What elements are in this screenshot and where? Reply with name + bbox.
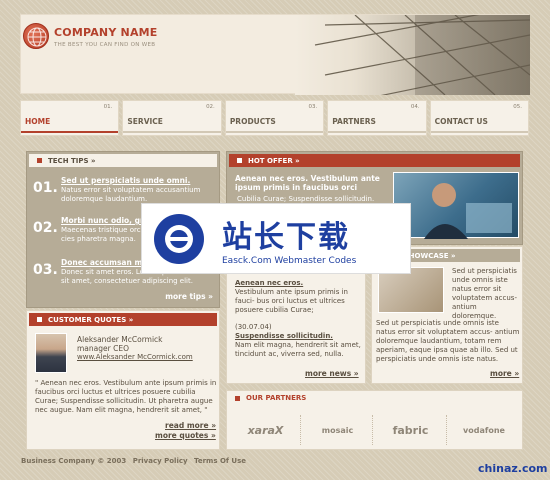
nav-products[interactable]: 03. PRODUCTS (224, 100, 325, 136)
nav-partners[interactable]: 04. PARTNERS (327, 100, 427, 136)
tip-number: 03. (33, 262, 58, 278)
nav-number: 01. (103, 104, 113, 110)
nav-home[interactable]: 01. HOME (20, 100, 120, 136)
nav-label: HOME (25, 117, 51, 126)
nav-number: 04. (410, 104, 420, 110)
watermark-title: 站长下载 (222, 220, 350, 255)
news-text: Vestibulum ante ipsum primis in fauci- b… (235, 288, 348, 314)
hot-offer-photo (393, 172, 519, 239)
customer-quotes-panel: CUSTOMER QUOTES » Aleksander McCormick m… (26, 310, 220, 450)
read-more-link[interactable]: read more » (165, 421, 216, 430)
nav-label: PARTNERS (332, 117, 376, 126)
avatar (35, 333, 67, 373)
watermark-subtitle: Easck.Com Webmaster Codes (222, 256, 357, 266)
nav-number: 02. (206, 104, 215, 110)
hot-offer-headline: Aenean nec eros. Vestibulum ante ipsum p… (235, 174, 380, 192)
news-item: (30.07.04) Suspendisse sollicitudin. Nam… (235, 323, 363, 359)
company-name: COMPANY NAME (54, 26, 158, 39)
customer-quotes-title: CUSTOMER QUOTES » (48, 315, 134, 324)
hot-offer-header: HOT OFFER » (229, 154, 520, 167)
showcase-more-link[interactable]: more » (490, 369, 519, 378)
nav-number: 03. (308, 104, 318, 110)
chinaz-watermark: chinaz.com (478, 462, 548, 475)
showcase-description: Sed ut perspiciatis unde omnis iste natu… (376, 319, 520, 363)
partners-title: OUR PARTNERS (246, 394, 307, 402)
news-title-link[interactable]: Aenean nec eros. (235, 279, 363, 288)
quote-text: " Aenean nec eros. Vestibulum ante ipsum… (35, 379, 217, 414)
watermark-logo-icon (154, 214, 204, 264)
nav-underline (328, 131, 426, 133)
nav-underline (21, 131, 119, 133)
partner-logo-xarax[interactable]: xaraX (231, 415, 301, 445)
partners-header: OUR PARTNERS (227, 391, 522, 405)
hot-offer-text: Cubilia Curae; Suspendisse sollicitudin. (237, 195, 375, 203)
square-bullet-icon (237, 158, 242, 163)
nav-service[interactable]: 02. SERVICE (122, 100, 222, 136)
partner-logo-mosaic[interactable]: mosaic (303, 415, 373, 445)
nav-label: SERVICE (127, 117, 163, 126)
tech-tips-header: TECH TIPS » (29, 154, 217, 167)
partner-logo-fabric[interactable]: fabric (375, 415, 447, 445)
terms-of-use-link[interactable]: Terms Of Use (194, 457, 246, 465)
news-date: (30.07.04) (235, 323, 272, 331)
quote-author-name: Aleksander McCormick (77, 335, 163, 344)
privacy-policy-link[interactable]: Privacy Policy (133, 457, 188, 465)
more-tips-link[interactable]: more tips » (165, 292, 213, 301)
nav-number: 05. (513, 104, 523, 110)
news-title-link[interactable]: Suspendisse sollicitudin. (235, 332, 363, 341)
main-nav: 01. HOME 02. SERVICE 03. PRODUCTS 04. PA… (20, 100, 530, 136)
nav-underline (123, 131, 221, 133)
tip-title-link[interactable]: Sed ut perspiciatis unde omni. (61, 176, 190, 185)
globe-icon[interactable] (23, 23, 49, 49)
showcase-text: Sed ut perspiciatis unde omnis iste natu… (452, 267, 517, 320)
customer-quotes-header: CUSTOMER QUOTES » (29, 313, 217, 326)
partner-logo-vodafone[interactable]: vodafone (449, 415, 519, 445)
square-bullet-icon (37, 158, 42, 163)
tip-number: 02. (33, 220, 58, 236)
quote-author-role: manager CEO (77, 344, 129, 353)
tip-number: 01. (33, 180, 58, 196)
square-bullet-icon (235, 395, 240, 401)
footer-copyright: Business Company © 2003 (21, 457, 127, 465)
footer: Business Company © 2003 Privacy Policy T… (21, 457, 246, 465)
more-news-link[interactable]: more news » (305, 369, 359, 378)
news-item: Aenean nec eros. Vestibulum ante ipsum p… (235, 279, 363, 315)
nav-contact-us[interactable]: 05. CONTACT US (429, 100, 530, 136)
company-slogan: THE BEST YOU CAN FIND ON WEB (54, 42, 156, 48)
news-text: Nam elit magna, hendrerit sit amet, tinc… (235, 341, 361, 358)
nav-underline (430, 131, 529, 133)
nav-underline (225, 131, 324, 133)
nav-label: PRODUCTS (229, 117, 276, 126)
partners-panel: OUR PARTNERS xaraX mosaic fabric vodafon… (226, 390, 523, 450)
watermark-overlay: 站长下载 Easck.Com Webmaster Codes (141, 203, 411, 274)
tech-tips-title: TECH TIPS » (48, 156, 96, 165)
building-image (295, 15, 530, 95)
more-quotes-link[interactable]: more quotes » (155, 431, 216, 440)
hot-offer-title: HOT OFFER » (248, 156, 300, 165)
square-bullet-icon (37, 317, 42, 322)
nav-label: CONTACT US (434, 117, 488, 126)
tip-text: Natus error sit voluptatem accusantium d… (61, 186, 201, 203)
quote-author-link[interactable]: www.Aleksander McCormick.com (77, 353, 193, 361)
